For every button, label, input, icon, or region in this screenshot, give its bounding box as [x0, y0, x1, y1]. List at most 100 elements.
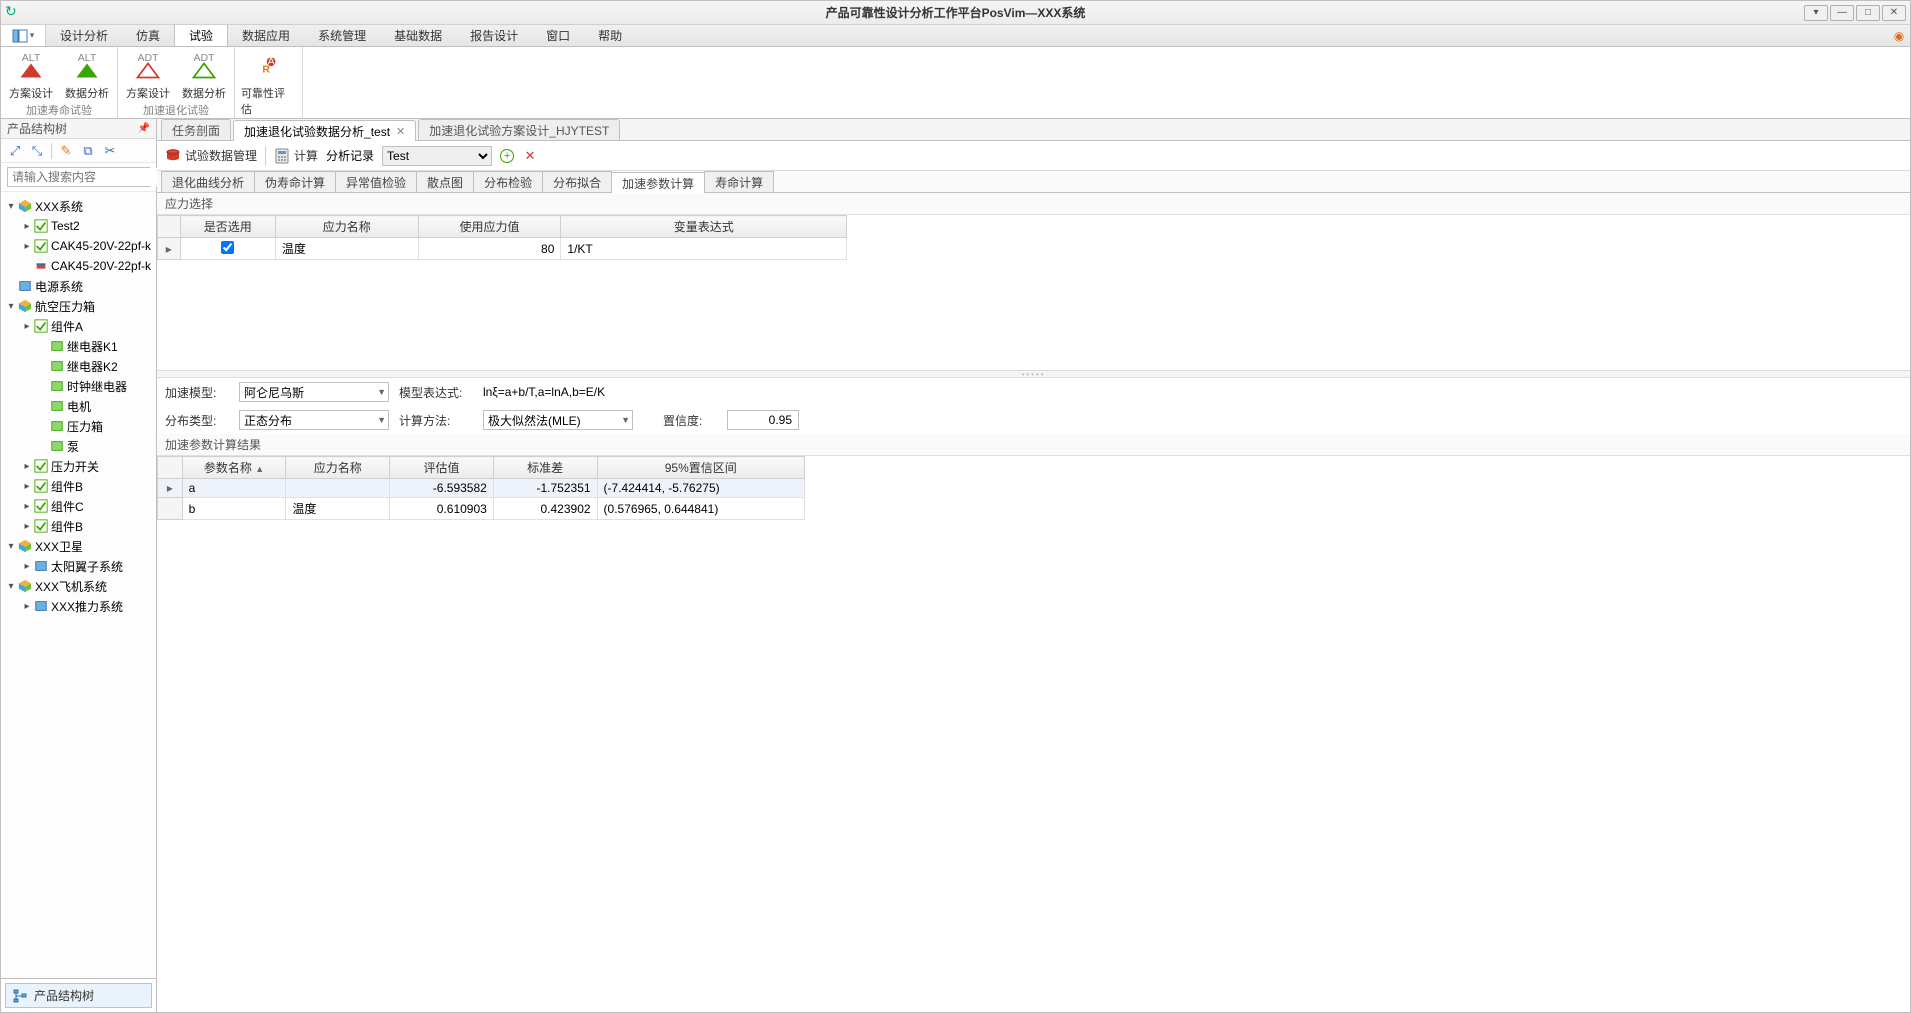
menu-item[interactable]: 系统管理: [304, 25, 380, 46]
row-indicator: [158, 498, 183, 520]
tree-node[interactable]: ▸太阳翼子系统: [1, 556, 156, 576]
table-row[interactable]: ▸a-6.593582-1.752351(-7.424414, -5.76275…: [158, 479, 805, 498]
splitter[interactable]: •••••: [157, 370, 1910, 378]
col-header[interactable]: 标准差: [493, 457, 597, 479]
maximize-button[interactable]: □: [1856, 5, 1880, 21]
tree-caret-icon[interactable]: ▾: [5, 581, 17, 592]
tree-caret-icon[interactable]: ▸: [21, 521, 33, 532]
tree-node[interactable]: CAK45-20V-22pf-k: [1, 256, 156, 276]
ribbon-button[interactable]: ALT方案设计: [7, 49, 55, 101]
sub-tab[interactable]: 伪寿命计算: [254, 171, 336, 192]
ribbon-button[interactable]: ADT数据分析: [180, 49, 228, 101]
sub-tab[interactable]: 退化曲线分析: [161, 171, 255, 192]
menu-item[interactable]: 设计分析: [46, 25, 122, 46]
menu-item[interactable]: 帮助: [584, 25, 636, 46]
tree-node[interactable]: 时钟继电器: [1, 376, 156, 396]
dist-select[interactable]: 正态分布▼: [239, 410, 389, 430]
doc-tab[interactable]: 任务剖面: [161, 119, 231, 140]
tree-caret-icon[interactable]: ▸: [21, 241, 33, 252]
tree-caret-icon[interactable]: ▸: [21, 481, 33, 492]
tree-node[interactable]: 压力箱: [1, 416, 156, 436]
menu-item[interactable]: 试验: [174, 25, 228, 46]
tree-node[interactable]: ▸组件B: [1, 516, 156, 536]
col-header[interactable]: 是否选用: [180, 216, 275, 238]
edit-icon[interactable]: ✎: [58, 143, 74, 159]
sidebar-footer-tab[interactable]: 产品结构树: [5, 983, 152, 1008]
expand-all-icon[interactable]: ⤢: [7, 143, 23, 159]
ribbon-button[interactable]: ADT方案设计: [124, 49, 172, 101]
tree-node[interactable]: 泵: [1, 436, 156, 456]
confidence-input[interactable]: [727, 410, 799, 430]
tree-node[interactable]: ▾XXX系统: [1, 196, 156, 216]
add-icon[interactable]: +: [500, 149, 514, 163]
calculate-button[interactable]: 计算: [274, 147, 318, 164]
tree-node[interactable]: ▾XXX飞机系统: [1, 576, 156, 596]
tree-node[interactable]: 继电器K2: [1, 356, 156, 376]
minimize-button[interactable]: —: [1830, 5, 1854, 21]
collapse-all-icon[interactable]: ⤡: [29, 143, 45, 159]
sub-tab[interactable]: 散点图: [416, 171, 474, 192]
dropdown-button[interactable]: ▾: [1804, 5, 1828, 21]
doc-tab[interactable]: 加速退化试验数据分析_test✕: [233, 120, 416, 141]
close-icon[interactable]: ✕: [396, 125, 405, 138]
menu-item[interactable]: 报告设计: [456, 25, 532, 46]
menu-item[interactable]: 仿真: [122, 25, 174, 46]
table-row[interactable]: b温度0.6109030.423902(0.576965, 0.644841): [158, 498, 805, 520]
method-select[interactable]: 极大似然法(MLE)▼: [483, 410, 633, 430]
tree-caret-icon[interactable]: ▸: [21, 321, 33, 332]
tree-node[interactable]: ▸组件C: [1, 496, 156, 516]
close-button[interactable]: ✕: [1882, 5, 1906, 21]
tree-node[interactable]: 电源系统: [1, 276, 156, 296]
col-header[interactable]: 应力名称: [275, 216, 418, 238]
tree-node[interactable]: ▸XXX推力系统: [1, 596, 156, 616]
tree-caret-icon[interactable]: ▾: [5, 201, 17, 212]
tree-caret-icon[interactable]: ▾: [5, 301, 17, 312]
tree-node[interactable]: ▸Test2: [1, 216, 156, 236]
tree-caret-icon[interactable]: ▸: [21, 561, 33, 572]
tree-node[interactable]: ▸CAK45-20V-22pf-k: [1, 236, 156, 256]
col-header[interactable]: 95%置信区间: [597, 457, 804, 479]
ribbon-button[interactable]: RA可靠性评估: [241, 49, 289, 117]
tree-caret-icon[interactable]: ▸: [21, 221, 33, 232]
tree-caret-icon[interactable]: ▸: [21, 501, 33, 512]
col-header[interactable]: 应力名称: [286, 457, 390, 479]
tree-caret-icon[interactable]: ▾: [5, 541, 17, 552]
delete-icon[interactable]: ✕: [522, 148, 538, 164]
tree-node[interactable]: 电机: [1, 396, 156, 416]
record-select[interactable]: Test: [382, 146, 492, 166]
col-header[interactable]: 使用应力值: [418, 216, 561, 238]
menu-item[interactable]: 窗口: [532, 25, 584, 46]
tree-node[interactable]: ▸组件B: [1, 476, 156, 496]
col-header[interactable]: 参数名称 ▲: [182, 457, 286, 479]
col-header[interactable]: 变量表达式: [561, 216, 847, 238]
tree-caret-icon[interactable]: ▸: [21, 461, 33, 472]
tree-node[interactable]: ▾XXX卫星: [1, 536, 156, 556]
model-select[interactable]: 阿仑尼乌斯▼: [239, 382, 389, 402]
search-input[interactable]: [8, 168, 171, 186]
stress-checkbox[interactable]: [221, 241, 234, 254]
tree-node[interactable]: ▸压力开关: [1, 456, 156, 476]
help-icon[interactable]: ◉: [1888, 25, 1910, 46]
table-row[interactable]: ▸ 温度 80 1/KT: [158, 238, 847, 260]
menu-item[interactable]: 数据应用: [228, 25, 304, 46]
sub-tab[interactable]: 分布检验: [473, 171, 543, 192]
tree-node[interactable]: ▸组件A: [1, 316, 156, 336]
tree-node[interactable]: ▾航空压力箱: [1, 296, 156, 316]
sub-tab[interactable]: 分布拟合: [542, 171, 612, 192]
search-combo[interactable]: ▼: [7, 167, 150, 187]
tree-node[interactable]: 继电器K1: [1, 336, 156, 356]
menu-quick-access[interactable]: ▾: [1, 25, 46, 46]
tree-item-icon: [49, 419, 65, 433]
menu-item[interactable]: 基础数据: [380, 25, 456, 46]
doc-tab[interactable]: 加速退化试验方案设计_HJYTEST: [418, 119, 620, 140]
sub-tab[interactable]: 加速参数计算: [611, 172, 705, 193]
ribbon-button[interactable]: ALT数据分析: [63, 49, 111, 101]
test-data-mgmt-button[interactable]: 试验数据管理: [165, 147, 257, 164]
cut-icon[interactable]: ✂: [102, 143, 118, 159]
sub-tab[interactable]: 异常值检验: [335, 171, 417, 192]
copy-icon[interactable]: ⧉: [80, 143, 96, 159]
pin-icon[interactable]: 📌: [138, 123, 150, 134]
sub-tab[interactable]: 寿命计算: [704, 171, 774, 192]
col-header[interactable]: 评估值: [390, 457, 494, 479]
tree-caret-icon[interactable]: ▸: [21, 601, 33, 612]
